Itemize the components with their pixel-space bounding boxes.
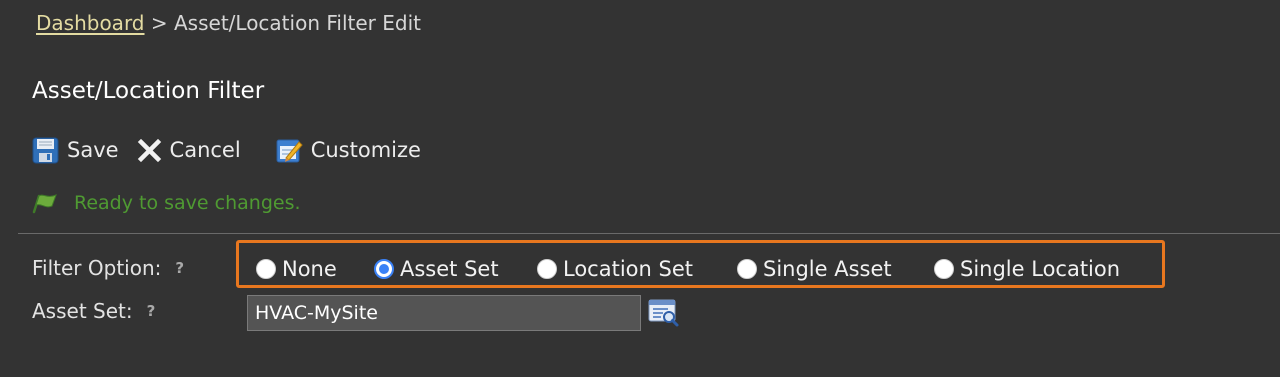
cancel-button[interactable]: Cancel <box>137 138 241 163</box>
asset-set-label: Asset Set: ? <box>32 297 155 325</box>
customize-button[interactable]: Customize <box>276 137 421 164</box>
asset-set-lookup-button[interactable] <box>648 298 680 332</box>
flag-icon <box>32 194 57 214</box>
radio-single-location-label: Single Location <box>960 257 1121 281</box>
radio-none-label: None <box>282 257 337 281</box>
filter-option-help-icon[interactable]: ? <box>175 254 184 282</box>
lookup-icon <box>648 299 679 327</box>
status-text: Ready to save changes. <box>74 192 301 214</box>
breadcrumb-current: Asset/Location Filter Edit <box>174 11 421 35</box>
radio-asset-set-label: Asset Set <box>400 257 499 281</box>
radio-location-set[interactable]: Location Set <box>537 255 693 283</box>
radio-single-asset-label: Single Asset <box>763 257 892 281</box>
asset-set-input[interactable] <box>247 295 641 331</box>
radio-button-selected-icon <box>374 259 394 279</box>
save-icon <box>32 137 59 163</box>
breadcrumb-link-dashboard[interactable]: Dashboard <box>36 11 145 35</box>
breadcrumb-separator: > <box>144 11 174 35</box>
divider <box>18 233 1280 234</box>
close-icon <box>137 138 161 162</box>
asset-set-label-text: Asset Set: <box>32 299 133 323</box>
radio-location-set-label: Location Set <box>563 257 693 281</box>
radio-button-icon <box>537 259 557 279</box>
radio-button-icon <box>256 259 276 279</box>
radio-button-icon <box>737 259 757 279</box>
breadcrumb: Dashboard > Asset/Location Filter Edit <box>36 9 421 37</box>
toolbar: Save Cancel Customize <box>32 134 421 166</box>
radio-asset-set[interactable]: Asset Set <box>374 255 499 283</box>
status-message: Ready to save changes. <box>32 188 301 218</box>
filter-option-label: Filter Option: ? <box>32 254 184 282</box>
save-button[interactable]: Save <box>32 137 119 164</box>
radio-single-asset[interactable]: Single Asset <box>737 255 892 283</box>
customize-icon <box>276 139 303 162</box>
radio-none[interactable]: None <box>256 255 337 283</box>
save-button-label: Save <box>67 138 119 162</box>
page: Dashboard > Asset/Location Filter Edit A… <box>0 0 1280 377</box>
radio-button-icon <box>934 259 954 279</box>
page-title: Asset/Location Filter <box>32 78 265 104</box>
radio-single-location[interactable]: Single Location <box>934 255 1120 283</box>
asset-set-help-icon[interactable]: ? <box>147 297 156 325</box>
filter-option-label-text: Filter Option: <box>32 256 162 280</box>
cancel-button-label: Cancel <box>169 138 241 162</box>
customize-button-label: Customize <box>310 138 421 162</box>
